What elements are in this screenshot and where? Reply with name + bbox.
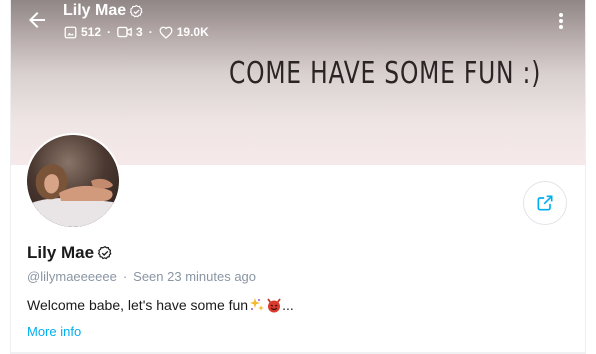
last-seen: Seen 23 minutes ago	[133, 269, 257, 284]
verified-icon	[97, 245, 112, 260]
videos-count: 3	[136, 25, 143, 39]
profile-card: COME HAVE SOME FUN :) Lily Mae 512 · 3 ·…	[10, 0, 586, 354]
avatar-photo	[27, 135, 119, 227]
share-button[interactable]	[523, 181, 567, 225]
header-title-row: Lily Mae	[63, 2, 144, 20]
avatar[interactable]	[27, 135, 119, 227]
profile-handle: @lilymaeeeeee	[27, 269, 117, 284]
profile-bio: Welcome babe, let's have some fun ...	[27, 297, 294, 313]
avatar-image	[27, 135, 119, 227]
more-options-button[interactable]	[553, 10, 569, 32]
devil-icon	[267, 298, 281, 313]
arrow-left-icon	[29, 12, 45, 28]
heart-icon	[159, 26, 173, 39]
stat-separator: ·	[148, 25, 153, 39]
bio-ellipsis: ...	[282, 297, 294, 313]
photos-stat: 512	[64, 25, 101, 39]
profile-name-row: Lily Mae	[27, 243, 113, 263]
handle-row: @lilymaeeeeee · Seen 23 minutes ago	[27, 269, 256, 284]
stat-separator: ·	[107, 25, 112, 39]
profile-name: Lily Mae	[27, 243, 95, 262]
profile-page: COME HAVE SOME FUN :) Lily Mae 512 · 3 ·…	[0, 0, 596, 354]
videos-stat: 3	[117, 25, 143, 39]
verified-icon	[129, 4, 143, 17]
photos-count: 512	[81, 25, 102, 39]
share-icon	[537, 195, 553, 211]
bio-text: Welcome babe, let's have some fun	[27, 297, 249, 313]
handle-separator: ·	[122, 269, 128, 284]
kebab-menu-icon	[559, 13, 563, 29]
image-icon	[64, 26, 77, 38]
more-info-link[interactable]: More info	[27, 324, 81, 339]
back-button[interactable]	[25, 8, 49, 32]
sparkle-icon	[250, 298, 265, 311]
profile-header: Lily Mae 512 · 3 · 19.0K	[11, 0, 585, 48]
header-stats: 512 · 3 · 19.0K	[64, 25, 209, 39]
header-title: Lily Mae	[63, 2, 127, 19]
cover-text: COME HAVE SOME FUN :)	[229, 56, 542, 91]
likes-count: 19.0K	[176, 25, 209, 39]
video-icon	[117, 26, 132, 38]
likes-stat: 19.0K	[159, 25, 209, 39]
